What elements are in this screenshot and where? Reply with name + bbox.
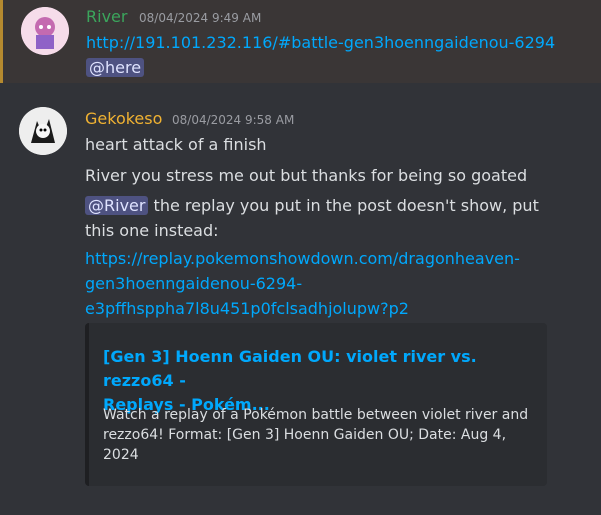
message-text-line: heart attack of a finish <box>85 135 267 154</box>
river-avatar[interactable] <box>21 7 69 55</box>
embed-description-line: rezzo64! Format: [Gen 3] Hoenn Gaiden OU… <box>103 427 507 443</box>
link-embed: [Gen 3] Hoenn Gaiden OU: violet river vs… <box>85 323 547 486</box>
replay-link-line-3[interactable]: e3pffhsppha7l8u451p0fclsadhjolupw?p2 <box>85 298 409 320</box>
message-text: the replay you put in the post doesn't s… <box>153 196 539 215</box>
here-mention[interactable]: @here <box>86 58 145 77</box>
avatar-image-icon <box>19 107 67 155</box>
message-timestamp: 08/04/2024 9:49 AM <box>139 11 262 25</box>
avatar-image-icon <box>21 7 69 55</box>
message-text-line: River you stress me out but thanks for b… <box>85 166 528 185</box>
replay-link-line-1[interactable]: https://replay.pokemonshowdown.com/drago… <box>85 248 520 270</box>
river-mention[interactable]: @River <box>85 196 149 215</box>
embed-title-line[interactable]: [Gen 3] Hoenn Gaiden OU: violet river vs… <box>103 345 533 393</box>
battle-link[interactable]: http://191.101.232.116/#battle-gen3hoenn… <box>86 32 555 54</box>
embed-description-line: 2024 <box>103 447 139 463</box>
username-gekokeso[interactable]: Gekokeso <box>85 109 162 129</box>
mention-line: @here <box>86 57 145 79</box>
message-river: River 08/04/2024 9:49 AM http://191.101.… <box>0 0 601 83</box>
message-text-line: this one instead: <box>85 221 219 240</box>
replay-link-line-2[interactable]: gen3hoenngaidenou-6294- <box>85 273 302 295</box>
embed-description-line: Watch a replay of a Pokémon battle betwe… <box>103 407 529 423</box>
message-text-line: @River the replay you put in the post do… <box>85 195 539 217</box>
embed-description: Watch a replay of a Pokémon battle betwe… <box>103 405 533 465</box>
username-river[interactable]: River <box>86 7 127 27</box>
gekokeso-avatar[interactable] <box>19 107 67 155</box>
message-timestamp: 08/04/2024 9:58 AM <box>172 113 295 127</box>
